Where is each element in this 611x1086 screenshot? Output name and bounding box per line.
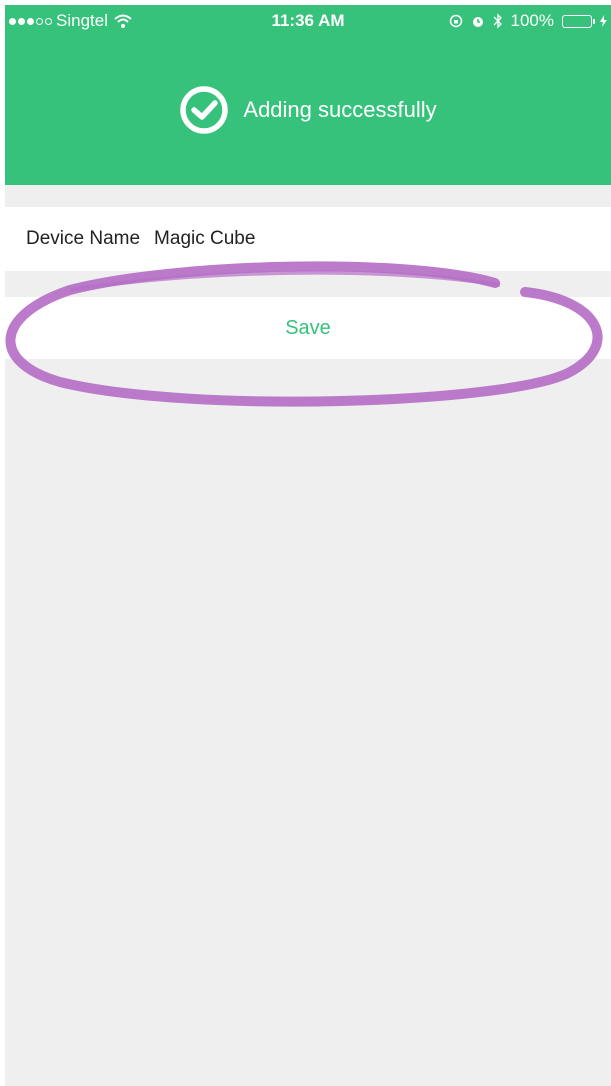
app-screen: Singtel 11:36 AM 100% Adding successfull…: [5, 5, 611, 1086]
save-button[interactable]: Save: [5, 297, 611, 359]
charging-icon: [600, 15, 607, 27]
orientation-lock-icon: [449, 14, 462, 28]
alarm-icon: [472, 17, 483, 27]
device-name-value[interactable]: Magic Cube: [154, 228, 255, 250]
status-bar: Singtel 11:36 AM 100%: [5, 5, 611, 41]
battery-percent: 100%: [510, 11, 554, 30]
status-right: 100%: [449, 11, 607, 31]
bluetooth-icon: [493, 13, 502, 29]
success-message: Adding successfully: [243, 97, 437, 122]
success-header: Singtel 11:36 AM 100% Adding successfull…: [5, 5, 611, 185]
device-name-row[interactable]: Device Name Magic Cube: [5, 207, 611, 271]
success-banner: Adding successfully: [5, 85, 611, 135]
check-circle-icon: [180, 86, 229, 134]
save-button-label: Save: [285, 316, 331, 339]
battery-icon: [562, 14, 595, 28]
device-name-label: Device Name: [26, 228, 141, 249]
